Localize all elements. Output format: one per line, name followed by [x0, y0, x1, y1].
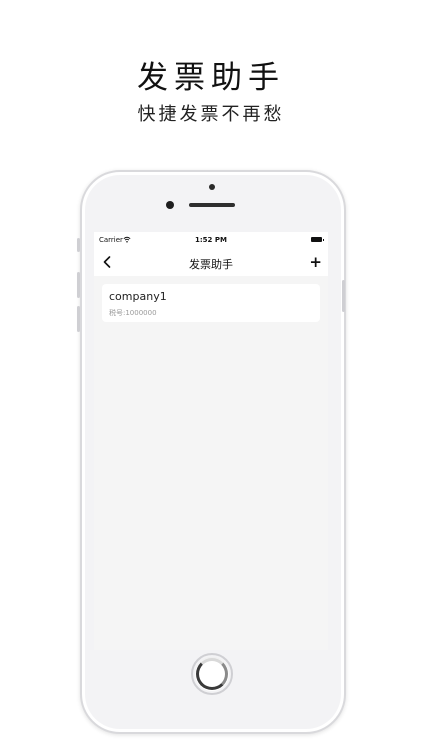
- hero-title: 发票助手: [137, 60, 285, 96]
- nav-bar: 发票助手 +: [94, 250, 328, 276]
- company-name: company1: [109, 290, 167, 303]
- home-button-ring: [196, 658, 228, 690]
- app-screen: Carrier 1:52 PM 发票助手 + company1 税号:10000…: [94, 232, 328, 650]
- phone-power-button: [342, 280, 345, 312]
- nav-title: 发票助手: [189, 258, 233, 271]
- hero-subtitle: 快捷发票不再愁: [137, 104, 285, 125]
- add-button[interactable]: +: [309, 253, 322, 271]
- company-card[interactable]: company1 税号:1000000: [102, 284, 320, 322]
- phone-volume-down: [77, 306, 80, 332]
- status-time: 1:52 PM: [195, 236, 227, 244]
- earpiece-speaker: [189, 203, 235, 207]
- phone-volume-up: [77, 272, 80, 298]
- phone-mute-switch: [77, 238, 80, 252]
- status-bar: Carrier 1:52 PM: [94, 232, 328, 250]
- company-tax-id: 税号:1000000: [109, 309, 157, 317]
- camera-icon: [209, 184, 215, 190]
- battery-icon: [311, 237, 324, 242]
- front-sensor: [166, 201, 174, 209]
